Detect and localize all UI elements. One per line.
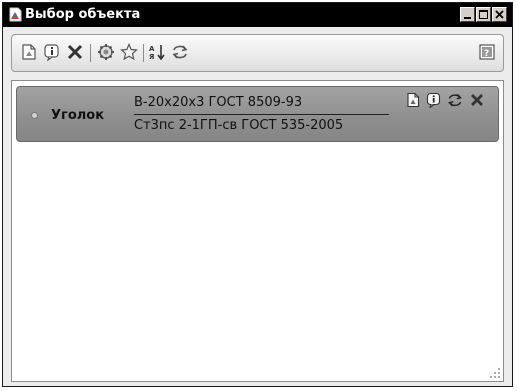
title-bar[interactable]: Выбор объекта <box>3 3 512 27</box>
object-list[interactable]: Уголок B-20х20х3 ГОСТ 8509-93 Ст3пс 2-1Г… <box>11 80 504 382</box>
window-title: Выбор объекта <box>25 7 141 22</box>
minimize-button[interactable] <box>460 7 475 22</box>
maximize-icon <box>479 10 488 19</box>
maximize-button[interactable] <box>476 7 491 22</box>
delete-icon[interactable] <box>469 92 485 108</box>
list-item[interactable]: Уголок B-20х20х3 ГОСТ 8509-93 Ст3пс 2-1Г… <box>16 86 499 142</box>
resize-grip-icon[interactable] <box>489 367 501 379</box>
replace-icon[interactable] <box>171 43 189 61</box>
toolbar-separator <box>90 44 91 62</box>
item-material: Ст3пс 2-1ГП-св ГОСТ 535-2005 <box>134 118 344 133</box>
favorite-star-icon[interactable] <box>120 43 138 61</box>
open-document-icon[interactable] <box>20 43 38 61</box>
item-profile: B-20х20х3 ГОСТ 8509-93 <box>134 95 303 110</box>
help-icon[interactable]: ? <box>478 43 496 61</box>
info-icon[interactable] <box>43 43 61 61</box>
fraction-line <box>134 114 389 115</box>
info-icon[interactable] <box>426 92 442 108</box>
open-document-icon[interactable] <box>405 92 421 108</box>
sort-icon[interactable]: A Я <box>149 43 167 61</box>
svg-text:Я: Я <box>149 53 154 61</box>
close-button[interactable] <box>492 7 507 22</box>
close-icon <box>495 10 504 19</box>
dialog-window: Выбор объекта A Я ? Уголок B-20х20х3 ГОС… <box>2 2 513 387</box>
minimize-icon <box>464 17 471 19</box>
delete-icon[interactable] <box>66 43 84 61</box>
toolbar-separator <box>143 44 144 62</box>
svg-text:?: ? <box>484 49 489 59</box>
item-name: Уголок <box>51 108 105 123</box>
toolbar: A Я ? <box>11 34 504 72</box>
item-status-indicator <box>31 112 38 119</box>
replace-icon[interactable] <box>447 92 463 108</box>
svg-text:A: A <box>149 45 155 53</box>
refresh-object-icon[interactable] <box>97 43 115 61</box>
app-icon <box>9 7 22 22</box>
